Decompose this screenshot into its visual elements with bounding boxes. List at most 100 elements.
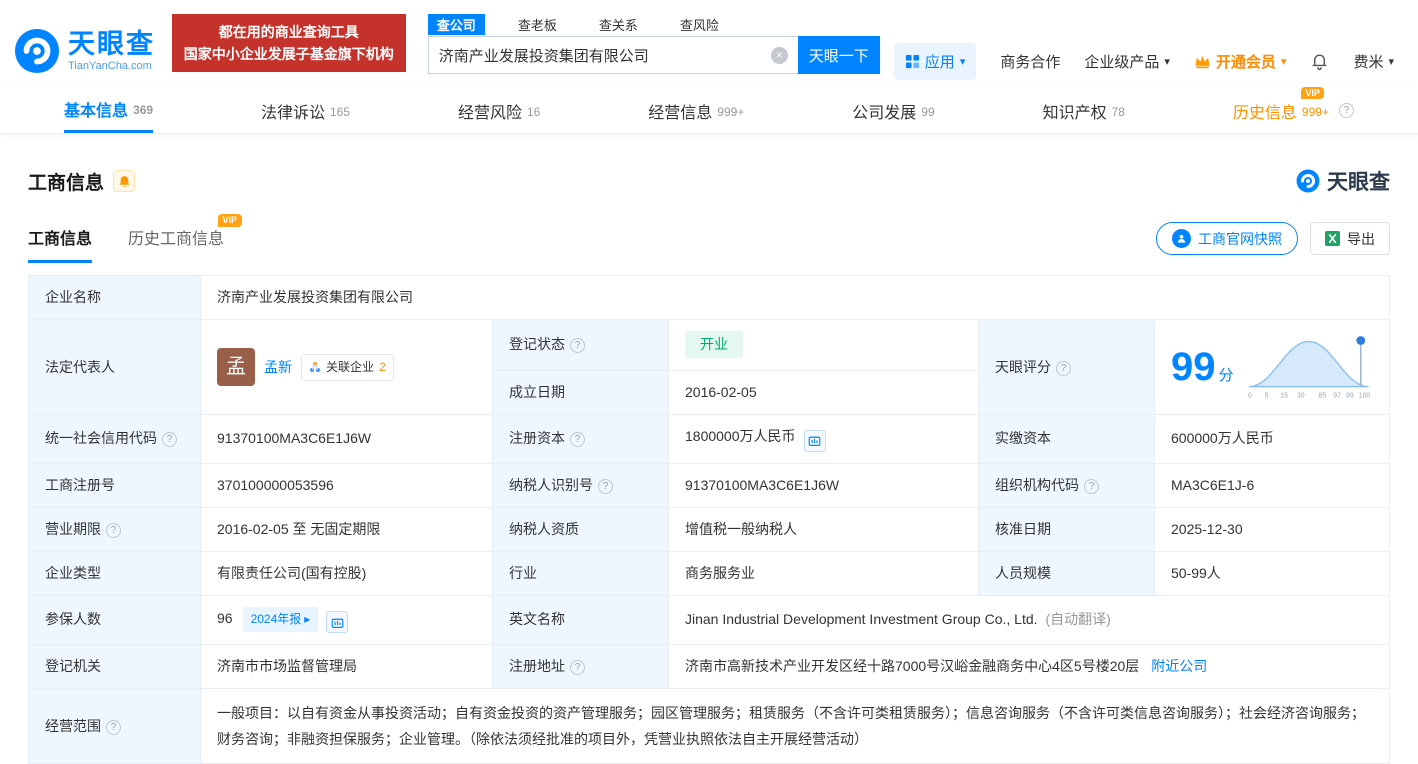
- business-scope-label: 经营范围?: [28, 688, 201, 764]
- english-name-value: Jinan Industrial Development Investment …: [685, 611, 1038, 628]
- apps-menu-label: 应用: [924, 53, 955, 71]
- tab-operation-risk[interactable]: 经营风险 16: [458, 88, 540, 133]
- excel-icon: [1325, 231, 1340, 246]
- subtab-history-business-info[interactable]: 历史工商信息 VIP: [128, 214, 243, 263]
- address-cell: 济南市高新技术产业开发区经十路7000号汉峪金融商务中心4区5号楼20层 附近公司: [668, 644, 1390, 689]
- help-icon[interactable]: ?: [106, 719, 121, 735]
- help-icon[interactable]: ?: [106, 522, 121, 538]
- tab-intellectual-property[interactable]: 知识产权 78: [1043, 88, 1125, 133]
- business-info-subtabs: 工商信息 历史工商信息 VIP: [28, 214, 243, 263]
- tab-history-info[interactable]: VIP 历史信息 999+ ?: [1232, 87, 1354, 133]
- org-code-value: MA3C6E1J-6: [1154, 462, 1390, 508]
- score-cell: 99 分 0 5 15 30 85 97 99 100: [1154, 319, 1390, 415]
- paid-capital-value: 600000万人民币: [1154, 414, 1390, 464]
- tianyancha-logo-icon: [1296, 169, 1320, 193]
- tab-company-development[interactable]: 公司发展 99: [852, 88, 934, 133]
- brand-name: 天眼查: [68, 29, 155, 60]
- tab-basic-info[interactable]: 基本信息 369: [64, 88, 154, 133]
- tab-label: 经营风险: [457, 104, 522, 122]
- search-type-tabs: 查公司 查老板 查关系 查风险: [427, 14, 880, 35]
- business-info-table: 企业名称 济南产业发展投资集团有限公司 法定代表人 孟 孟新 关联企业 2 登记…: [28, 275, 1390, 764]
- open-vip-menu[interactable]: 开通会员 ▾: [1194, 51, 1286, 72]
- staff-size-value: 50-99人: [1154, 550, 1390, 596]
- search-tab-company[interactable]: 查公司: [427, 14, 485, 35]
- help-icon[interactable]: ?: [570, 338, 585, 354]
- search-area: 查公司 查老板 查关系 查风险 × 天眼一下: [427, 14, 880, 88]
- apps-menu[interactable]: 应用 ▾: [893, 42, 977, 80]
- reg-capital-value: 1800000万人民币: [685, 428, 796, 444]
- subtab-business-info[interactable]: 工商信息: [28, 225, 93, 263]
- capital-detail-icon[interactable]: [803, 429, 826, 452]
- chevron-down-icon: ▾: [1388, 55, 1394, 68]
- enterprise-products-menu[interactable]: 企业级产品 ▾: [1084, 51, 1170, 72]
- tianyancha-logo[interactable]: 天眼查 TianYanCha.com: [14, 14, 158, 88]
- user-menu[interactable]: 费米 ▾: [1353, 51, 1394, 72]
- annual-report-badge[interactable]: 2024年报 ▸: [242, 606, 319, 632]
- tianyan-score: 99 分: [1171, 345, 1234, 389]
- export-button[interactable]: 导出: [1310, 222, 1390, 255]
- help-icon[interactable]: ?: [162, 432, 177, 448]
- official-snapshot-button[interactable]: 工商官网快照: [1156, 222, 1298, 255]
- subtab-label: 历史工商信息: [128, 231, 225, 248]
- table-row: 法定代表人 孟 孟新 关联企业 2 登记状态 ? 开业 天眼评分 ? 99 分 …: [28, 319, 1390, 415]
- approval-date-label: 核准日期: [978, 506, 1155, 552]
- search-tab-relation[interactable]: 查关系: [590, 14, 647, 35]
- org-code-label: 组织机构代码?: [978, 462, 1155, 508]
- tab-label: 历史信息: [1232, 104, 1297, 122]
- table-row: 参保人数 96 2024年报 ▸ 英文名称 Jinan Industrial Dev…: [28, 594, 1390, 645]
- crown-icon: [1195, 55, 1210, 68]
- help-icon[interactable]: ?: [1338, 103, 1354, 118]
- chevron-down-icon: ▾: [959, 55, 966, 68]
- snapshot-button-label: 工商官网快照: [1198, 230, 1282, 247]
- legal-rep-link[interactable]: 孟新: [264, 357, 292, 378]
- search-tab-risk[interactable]: 查风险: [671, 14, 728, 35]
- svg-text:97: 97: [1333, 392, 1341, 399]
- svg-text:99: 99: [1346, 392, 1354, 399]
- address-value: 济南市高新技术产业开发区经十路7000号汉峪金融商务中心4区5号楼20层: [685, 658, 1140, 674]
- reg-authority-value: 济南市市场监督管理局: [200, 644, 493, 689]
- vip-badge: VIP: [217, 214, 243, 227]
- insured-detail-icon[interactable]: [326, 611, 349, 633]
- help-icon[interactable]: ?: [598, 478, 613, 494]
- insured-count-cell: 96 2024年报 ▸: [200, 594, 493, 645]
- related-companies-badge[interactable]: 关联企业 2: [301, 353, 394, 381]
- clear-icon[interactable]: ×: [770, 46, 788, 64]
- person-icon: [1172, 229, 1191, 248]
- reg-number-label: 工商注册号: [28, 462, 201, 508]
- section-title: 工商信息: [28, 172, 105, 194]
- search-input[interactable]: [438, 46, 771, 64]
- search-button[interactable]: 天眼一下: [797, 36, 880, 74]
- insured-count-label: 参保人数: [28, 594, 201, 645]
- user-nickname: 费米: [1353, 53, 1384, 71]
- credit-code-label: 统一社会信用代码?: [28, 414, 201, 464]
- brand-domain: TianYanCha.com: [68, 59, 152, 72]
- insured-count-value: 96: [217, 609, 233, 626]
- english-name-label: 英文名称: [492, 594, 669, 645]
- related-companies-count: 2: [379, 359, 386, 374]
- auto-translate-note: (自动翻译): [1045, 611, 1111, 628]
- export-button-label: 导出: [1347, 230, 1375, 247]
- nearby-companies-link[interactable]: 附近公司: [1151, 658, 1207, 674]
- tab-business-info[interactable]: 经营信息 999+: [648, 88, 744, 133]
- address-label: 注册地址?: [492, 644, 669, 689]
- tab-legal-litigation[interactable]: 法律诉讼 165: [261, 88, 350, 133]
- credit-code-value: 91370100MA3C6E1J6W: [200, 414, 493, 464]
- tab-count: 16: [526, 104, 541, 119]
- subscribe-bell-button[interactable]: [113, 170, 136, 192]
- reg-status-cell: 开业: [668, 319, 979, 371]
- notifications-bell[interactable]: [1310, 52, 1329, 71]
- reg-capital-label: 注册资本?: [492, 414, 669, 464]
- help-icon[interactable]: ?: [1056, 360, 1071, 376]
- grid-icon: [905, 54, 919, 68]
- help-icon[interactable]: ?: [570, 432, 585, 448]
- establish-date-label: 成立日期: [492, 369, 669, 416]
- help-icon[interactable]: ?: [1084, 478, 1099, 494]
- cooperation-menu[interactable]: 商务合作: [1000, 51, 1060, 72]
- industry-label: 行业: [492, 550, 669, 596]
- enterprise-label: 企业级产品: [1084, 53, 1160, 71]
- promo-line-2: 国家中小企业发展子基金旗下机构: [183, 46, 394, 62]
- help-icon[interactable]: ?: [570, 660, 585, 675]
- search-tab-boss[interactable]: 查老板: [509, 14, 566, 35]
- taxpayer-id-value: 91370100MA3C6E1J6W: [668, 462, 979, 508]
- avatar[interactable]: 孟: [217, 348, 255, 386]
